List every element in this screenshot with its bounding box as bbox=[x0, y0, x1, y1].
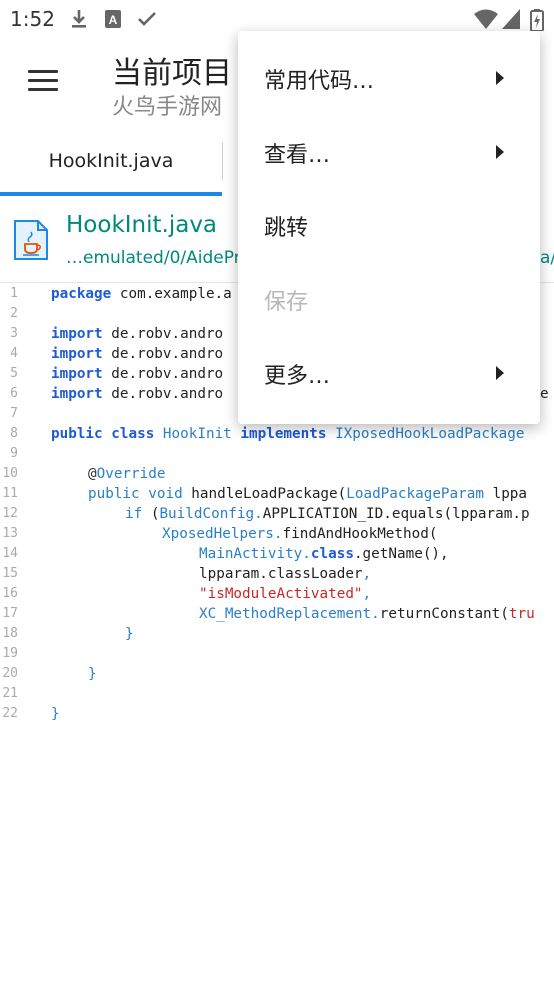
submenu-arrow-icon bbox=[496, 366, 504, 380]
hamburger-icon[interactable] bbox=[28, 70, 58, 92]
menu-item-view[interactable]: 查看… bbox=[238, 117, 540, 190]
submenu-arrow-icon bbox=[496, 71, 504, 85]
file-path-tail: a/ bbox=[540, 248, 554, 268]
a-icon: A bbox=[104, 9, 122, 33]
menu-item-goto[interactable]: 跳转 bbox=[238, 190, 540, 263]
submenu-arrow-icon bbox=[496, 145, 504, 159]
tab-divider bbox=[222, 142, 223, 180]
status-time: 1:52 bbox=[10, 7, 55, 31]
svg-text:A: A bbox=[109, 13, 118, 27]
wifi-icon bbox=[474, 9, 498, 33]
signal-icon bbox=[502, 9, 520, 33]
file-path: …emulated/0/AidePro bbox=[66, 248, 251, 268]
java-file-icon bbox=[14, 220, 48, 260]
menu-item-more[interactable]: 更多… bbox=[238, 338, 540, 411]
page-subtitle: 火鸟手游网 bbox=[112, 95, 223, 120]
check-icon bbox=[137, 9, 157, 33]
file-name: HookInit.java bbox=[66, 212, 218, 238]
menu-item-common-code[interactable]: 常用代码… bbox=[238, 43, 540, 116]
overflow-menu: 常用代码… 查看… 跳转 保存 更多… bbox=[238, 31, 540, 424]
page-title: 当前项目 bbox=[112, 56, 232, 91]
download-icon bbox=[70, 9, 88, 33]
menu-item-save: 保存 bbox=[264, 290, 309, 315]
tab-hookinit[interactable]: HookInit.java bbox=[0, 130, 222, 196]
